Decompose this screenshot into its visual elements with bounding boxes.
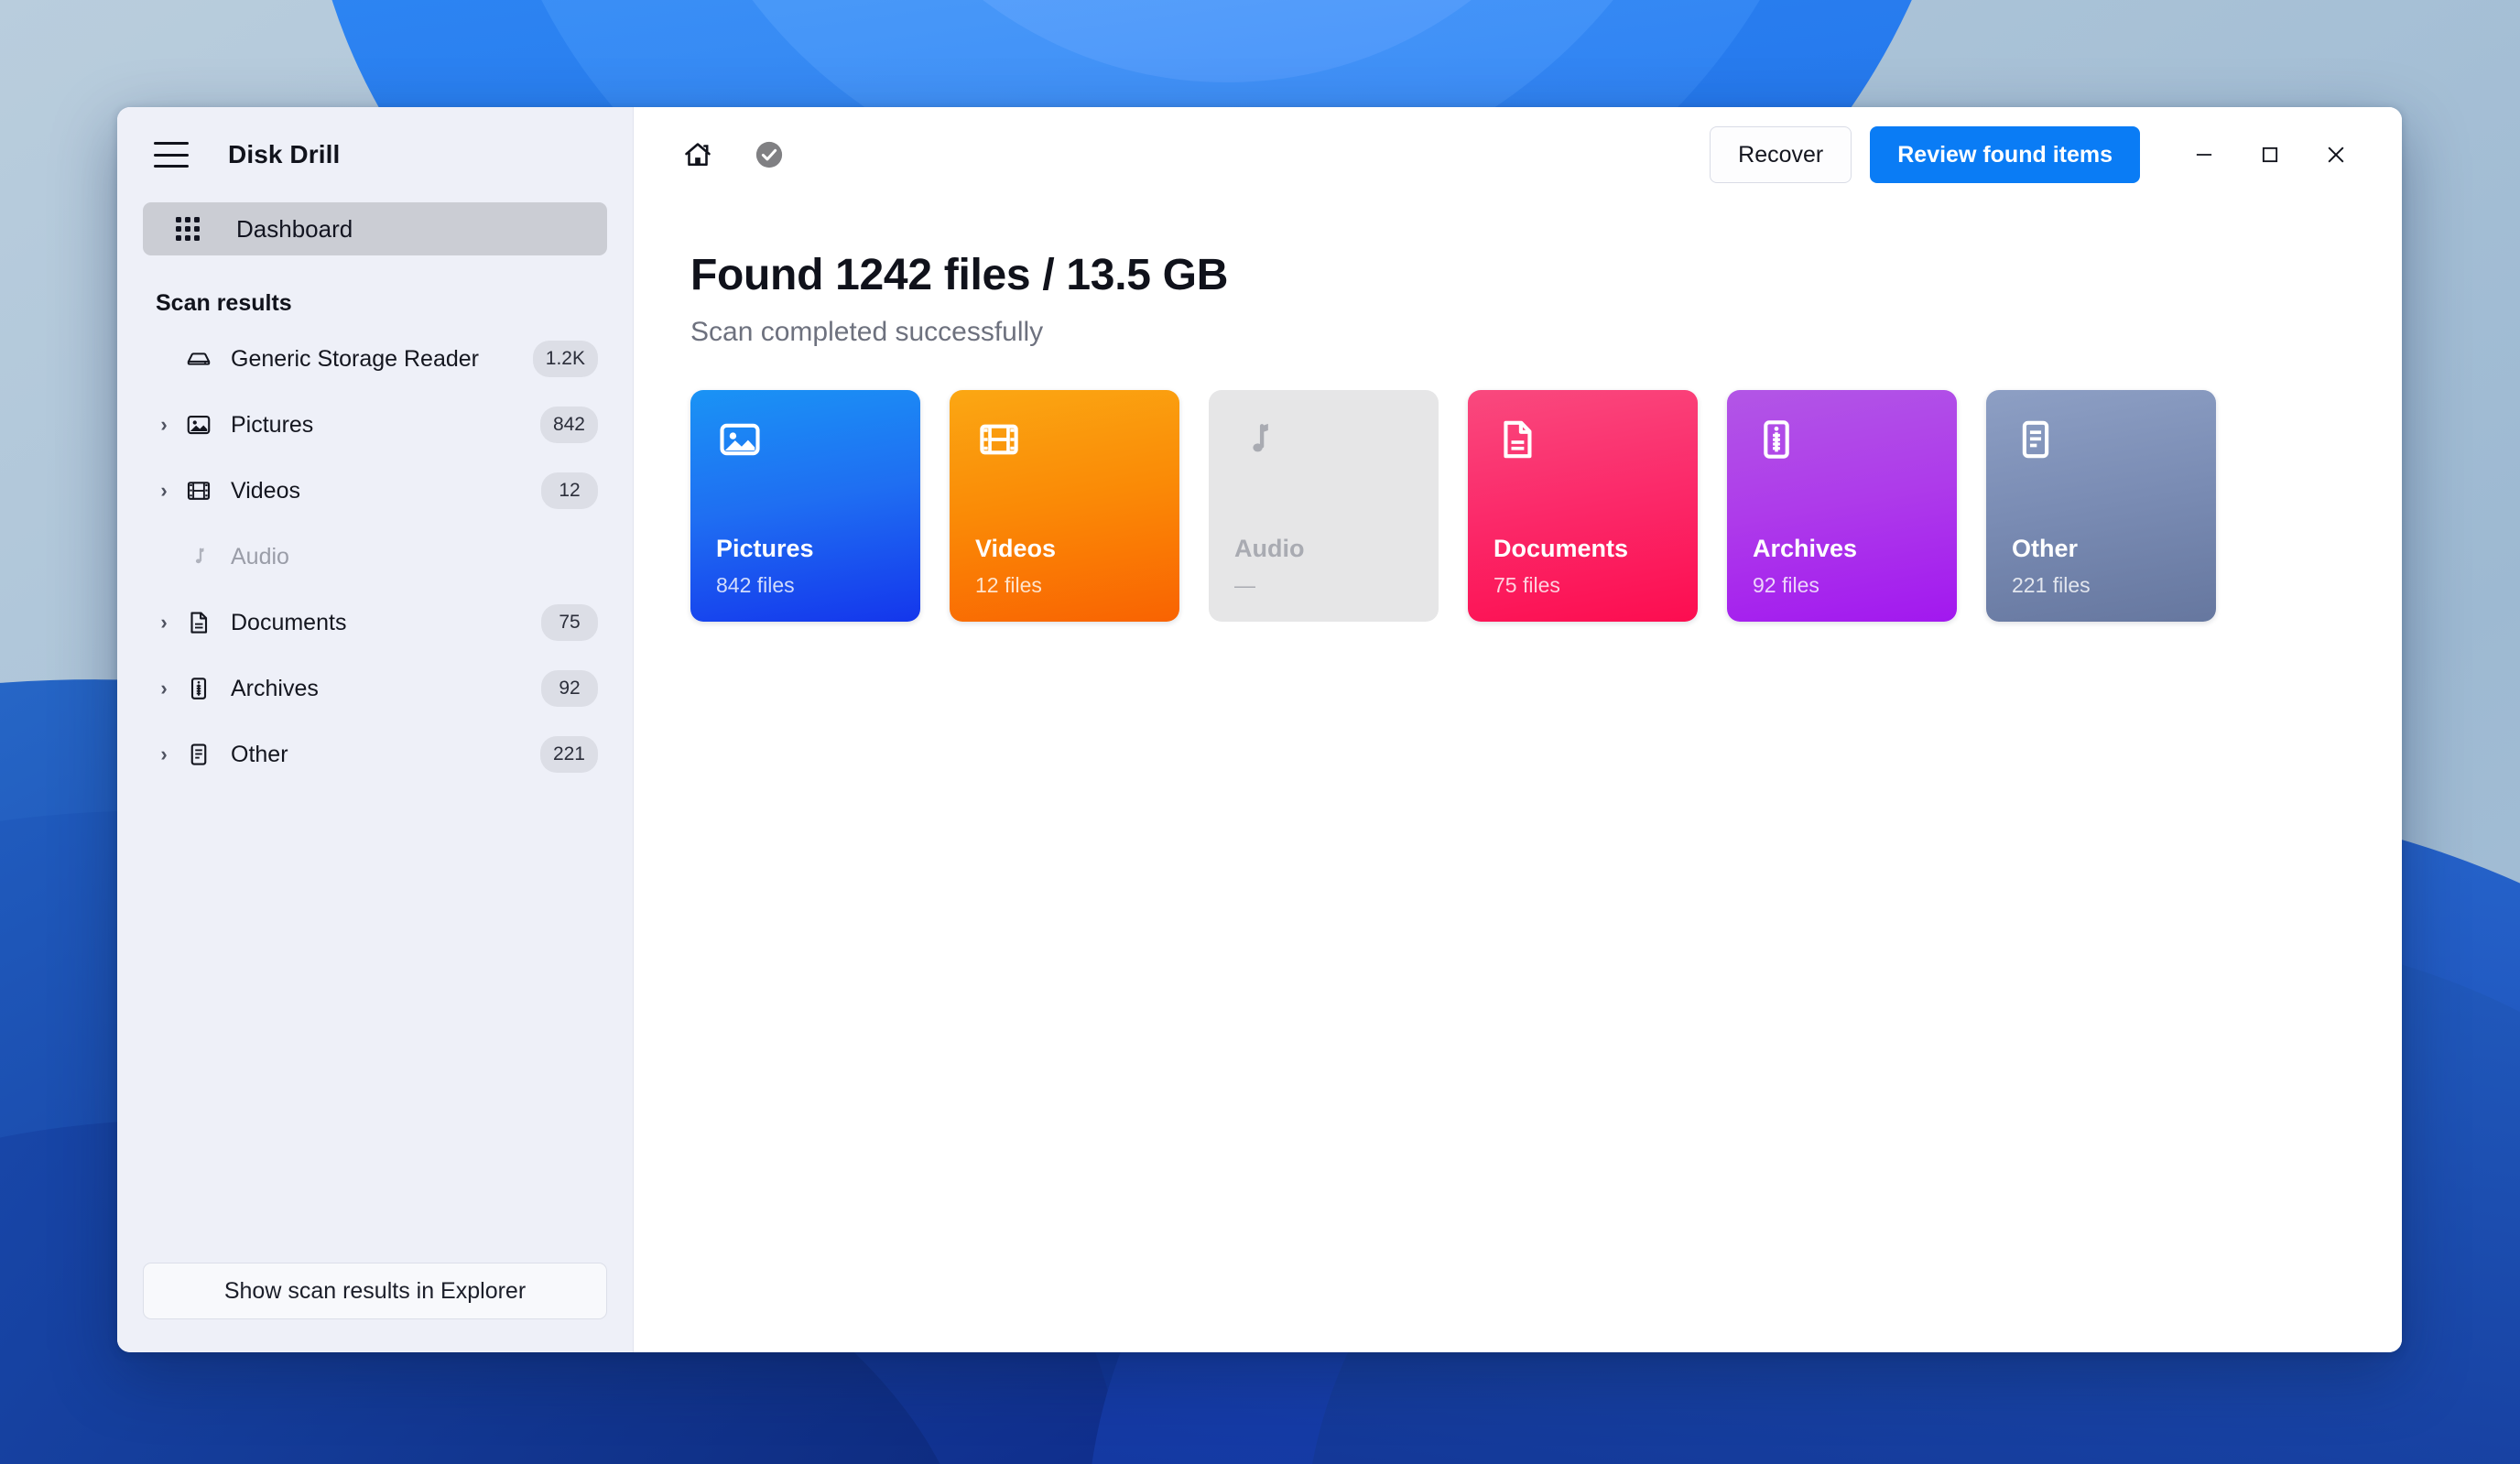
category-card-pictures[interactable]: Pictures 842 files	[690, 390, 920, 622]
card-title: Audio	[1234, 535, 1305, 563]
card-count: —	[1234, 573, 1255, 597]
card-title: Documents	[1494, 535, 1629, 563]
tree-item-label: Pictures	[231, 411, 314, 438]
tree-item-count: 1.2K	[532, 341, 598, 377]
card-count: 92 files	[1753, 573, 1819, 597]
card-text: Archives 92 files	[1753, 536, 1857, 598]
category-card-archives[interactable]: Archives 92 files	[1727, 390, 1957, 622]
tree-item-count: 842	[539, 407, 598, 443]
tree-item-label: Audio	[231, 543, 289, 569]
desktop-wallpaper: Disk Drill Dashboard Scan results ›	[0, 0, 2520, 1464]
show-scan-results-in-explorer-button[interactable]: Show scan results in Explorer	[143, 1263, 607, 1319]
image-icon	[716, 416, 764, 463]
page-title: Found 1242 files / 13.5 GB	[690, 251, 1229, 299]
file-lines-icon	[178, 741, 220, 768]
category-cards: Pictures 842 files Videos 12 files Audio…	[690, 390, 2402, 622]
recover-button[interactable]: Recover	[1710, 126, 1852, 183]
tree-item-count: 92	[541, 670, 598, 707]
tree-item-generic-storage-reader[interactable]: › Generic Storage Reader 1.2K	[143, 326, 607, 392]
minimize-icon[interactable]	[2171, 126, 2237, 183]
music-note-icon	[178, 543, 220, 570]
category-card-documents[interactable]: Documents 75 files	[1468, 390, 1698, 622]
chevron-right-icon[interactable]: ›	[150, 677, 178, 700]
tree-item-archives[interactable]: › Archives 92	[143, 656, 607, 721]
card-text: Videos 12 files	[975, 536, 1056, 598]
card-title: Other	[2012, 535, 2079, 563]
maximize-icon[interactable]	[2237, 126, 2303, 183]
tree-item-count: 12	[541, 472, 598, 509]
card-text: Audio —	[1234, 536, 1304, 598]
film-icon	[975, 416, 1023, 463]
chevron-right-icon[interactable]: ›	[150, 413, 178, 437]
archive-zip-icon	[1753, 416, 1800, 463]
sidebar: Disk Drill Dashboard Scan results ›	[117, 107, 634, 1352]
file-lines-icon	[2012, 416, 2059, 463]
image-icon	[178, 411, 220, 439]
scan-results-tree: › Generic Storage Reader 1.2K ›	[117, 326, 633, 1263]
toolbar: Recover Review found items	[634, 107, 2402, 202]
hard-drive-icon	[178, 345, 220, 373]
tree-item-audio: › Audio	[143, 524, 607, 590]
card-count: 842 files	[716, 573, 795, 597]
chevron-right-icon[interactable]: ›	[150, 743, 178, 766]
card-text: Pictures 842 files	[716, 536, 814, 598]
card-text: Documents 75 files	[1494, 536, 1628, 598]
disk-drill-window: Disk Drill Dashboard Scan results ›	[117, 107, 2402, 1352]
review-found-items-button[interactable]: Review found items	[1870, 126, 2140, 183]
card-count: 12 files	[975, 573, 1042, 597]
film-icon	[178, 477, 220, 504]
card-count: 75 files	[1494, 573, 1560, 597]
category-card-other[interactable]: Other 221 files	[1986, 390, 2216, 622]
tree-item-other[interactable]: › Other 221	[143, 721, 607, 787]
card-text: Other 221 files	[2012, 536, 2091, 598]
tree-item-label: Generic Storage Reader	[231, 345, 479, 372]
tree-item-count: 75	[541, 604, 598, 641]
music-note-icon	[1234, 416, 1282, 463]
tree-item-videos[interactable]: › Videos 12	[143, 458, 607, 524]
chevron-right-icon[interactable]: ›	[150, 611, 178, 634]
chevron-right-icon[interactable]: ›	[150, 479, 178, 503]
card-title: Videos	[975, 535, 1057, 563]
tree-item-label: Videos	[231, 477, 300, 504]
card-count: 221 files	[2012, 573, 2091, 597]
card-title: Archives	[1753, 535, 1858, 563]
home-icon[interactable]	[672, 129, 723, 180]
sidebar-header: Disk Drill	[117, 107, 633, 202]
sidebar-item-dashboard[interactable]: Dashboard	[143, 202, 607, 255]
scan-status-text: Scan completed successfully	[690, 317, 1044, 347]
document-icon	[1494, 416, 1541, 463]
archive-zip-icon	[178, 675, 220, 702]
check-circle-icon[interactable]	[744, 129, 795, 180]
tree-item-documents[interactable]: › Documents 75	[143, 590, 607, 656]
sidebar-nav: Dashboard	[117, 202, 633, 255]
grid-dots-icon	[176, 217, 200, 241]
tree-item-label: Archives	[231, 675, 319, 701]
sidebar-footer: Show scan results in Explorer	[117, 1263, 633, 1352]
card-title: Pictures	[716, 535, 814, 563]
category-card-audio: Audio —	[1209, 390, 1439, 622]
tree-item-label: Other	[231, 741, 288, 767]
scan-results-section-title: Scan results	[156, 290, 292, 316]
app-title: Disk Drill	[228, 140, 341, 168]
tree-item-pictures[interactable]: › Pictures 842	[143, 392, 607, 458]
document-icon	[178, 609, 220, 636]
tree-item-label: Documents	[231, 609, 347, 635]
window-controls	[2171, 126, 2369, 183]
main-panel: Recover Review found items Found 1242 fi…	[634, 107, 2402, 1352]
wallpaper-petal	[927, 0, 1582, 18]
hamburger-icon[interactable]	[154, 142, 189, 168]
close-icon[interactable]	[2303, 126, 2369, 183]
tree-item-count: 221	[539, 736, 598, 773]
sidebar-item-label: Dashboard	[236, 214, 353, 243]
category-card-videos[interactable]: Videos 12 files	[950, 390, 1179, 622]
content-area: Found 1242 files / 13.5 GB Scan complete…	[634, 202, 2402, 1352]
